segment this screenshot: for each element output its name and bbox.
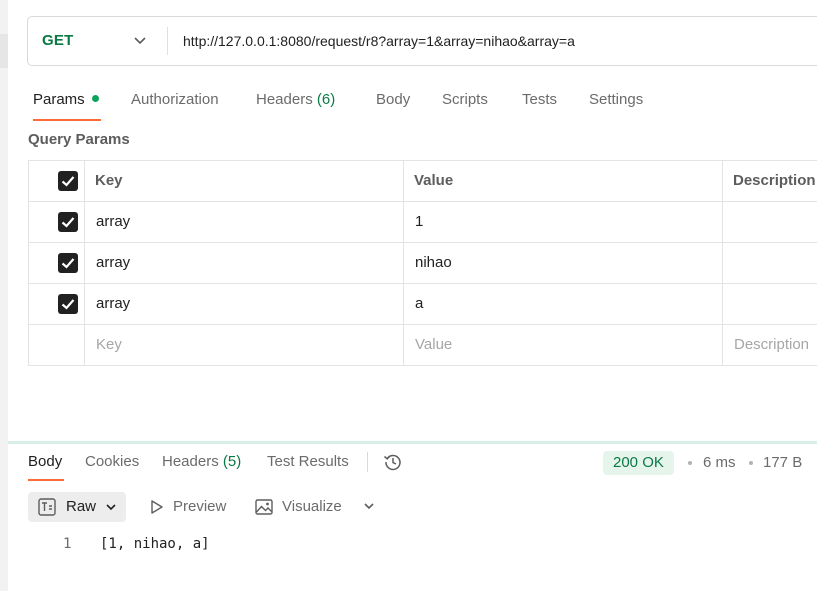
query-params-table: Key Value Description array 1 array niha… [28, 160, 817, 366]
status-badge: 200 OK [603, 451, 674, 475]
query-params-title: Query Params [28, 131, 130, 148]
column-header-description: Description [733, 172, 816, 189]
tab-headers-label: Headers [256, 91, 313, 108]
response-time: 6 ms [703, 454, 736, 471]
response-tab-body[interactable]: Body [28, 453, 62, 471]
check-icon [61, 217, 75, 228]
method-select[interactable]: GET [42, 17, 73, 65]
response-pane-divider[interactable] [8, 441, 817, 444]
table-border [28, 283, 817, 284]
tab-authorization[interactable]: Authorization [131, 90, 219, 110]
tab-settings[interactable]: Settings [589, 90, 643, 110]
format-label: Raw [66, 498, 97, 515]
tab-params[interactable]: Params [33, 90, 99, 110]
play-icon [151, 500, 163, 514]
tab-tests[interactable]: Tests [522, 90, 557, 110]
tab-headers-count: (6) [316, 91, 336, 108]
visualize-button[interactable]: Visualize [282, 492, 342, 522]
param-checkbox[interactable] [58, 294, 78, 314]
response-tab-test-results[interactable]: Test Results [267, 453, 349, 471]
param-value[interactable]: nihao [415, 254, 452, 271]
new-param-description-input[interactable]: Description [734, 336, 809, 353]
chevron-down-icon[interactable] [132, 32, 148, 48]
table-border [28, 160, 817, 161]
url-bar: GET http://127.0.0.1:8080/request/r8?arr… [27, 16, 817, 66]
response-tab-headers[interactable]: Headers (5) [162, 453, 241, 471]
param-key[interactable]: array [96, 295, 130, 312]
table-border [28, 201, 817, 202]
column-header-value: Value [414, 172, 454, 189]
table-border [28, 324, 817, 325]
url-separator [167, 27, 168, 55]
check-icon [61, 258, 75, 269]
chevron-down-icon[interactable] [362, 499, 376, 513]
left-rail [0, 0, 8, 591]
tab-headers[interactable]: Headers (6) [256, 90, 335, 110]
table-border [84, 160, 85, 366]
url-input[interactable]: http://127.0.0.1:8080/request/r8?array=1… [183, 17, 575, 65]
tab-scripts[interactable]: Scripts [442, 90, 488, 110]
active-tab-indicator [33, 119, 101, 121]
param-checkbox[interactable] [58, 212, 78, 232]
column-header-key: Key [95, 172, 123, 189]
raw-text-icon [38, 498, 56, 516]
response-size: 177 B [763, 454, 803, 471]
new-param-value-input[interactable]: Value [415, 336, 452, 353]
param-value[interactable]: a [415, 295, 423, 312]
params-active-dot [91, 95, 99, 102]
check-icon [61, 299, 75, 310]
table-border [403, 160, 404, 366]
tab-body[interactable]: Body [376, 90, 410, 110]
table-border [28, 242, 817, 243]
table-border [722, 160, 723, 366]
table-border [28, 160, 29, 366]
table-border [28, 365, 817, 366]
history-icon[interactable] [383, 452, 403, 472]
check-icon [61, 176, 75, 187]
response-tab-headers-count: (5) [222, 453, 242, 470]
image-icon [255, 499, 273, 515]
format-select[interactable]: Raw [28, 492, 126, 522]
param-value[interactable]: 1 [415, 213, 423, 230]
param-key[interactable]: array [96, 254, 130, 271]
select-all-checkbox[interactable] [58, 171, 78, 191]
toolbar-separator [367, 452, 368, 472]
active-response-tab-indicator [28, 479, 64, 481]
response-body-line[interactable]: [1, nihao, a] [100, 535, 210, 553]
meta-separator-dot [749, 461, 753, 465]
preview-button[interactable]: Preview [173, 492, 226, 522]
chevron-down-icon [106, 504, 116, 511]
tab-params-label: Params [33, 91, 85, 108]
param-key[interactable]: array [96, 213, 130, 230]
param-checkbox[interactable] [58, 253, 78, 273]
meta-separator-dot [688, 461, 692, 465]
left-rail-marker [0, 34, 8, 68]
new-param-key-input[interactable]: Key [96, 336, 122, 353]
response-tab-headers-label: Headers [162, 453, 219, 470]
response-tab-cookies[interactable]: Cookies [85, 453, 139, 471]
line-number: 1 [63, 536, 72, 552]
